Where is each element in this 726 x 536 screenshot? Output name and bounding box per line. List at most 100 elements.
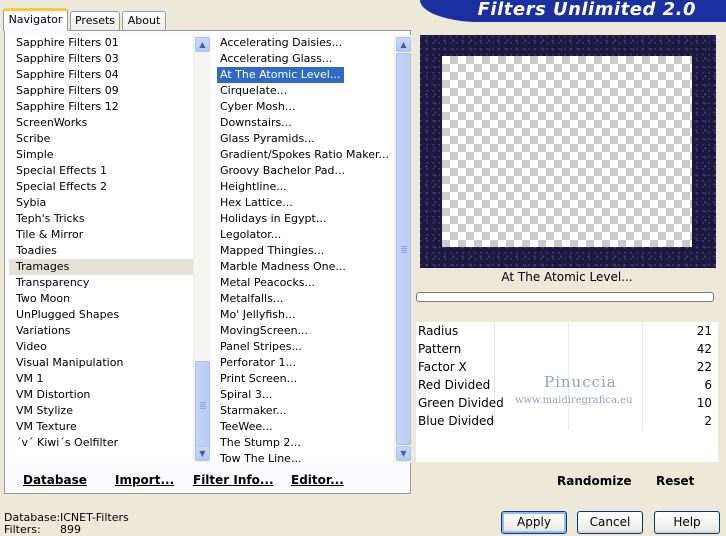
filter-item[interactable]: Spiral 3... (213, 387, 394, 403)
filter-list[interactable]: Accelerating Daisies... Accelerating Glas… (213, 35, 411, 463)
reset-button[interactable]: Reset (656, 474, 694, 488)
filter-item[interactable]: Legolator... (213, 227, 394, 243)
watermark-url: www.maidiregrafica.eu (515, 395, 633, 406)
param-label: Factor X (418, 360, 467, 374)
scroll-thumb[interactable] (396, 53, 411, 445)
filter-item[interactable]: At The Atomic Level... (213, 67, 394, 83)
category-item[interactable]: Special Effects 2 (9, 179, 193, 195)
param-row[interactable]: Pattern 42 (416, 340, 718, 358)
filter-item[interactable]: Groovy Bachelor Pad... (213, 163, 394, 179)
param-row[interactable]: Radius 21 (416, 322, 718, 340)
filter-item[interactable]: Mapped Thingies... (213, 243, 394, 259)
filter-item[interactable]: Print Screen... (213, 371, 394, 387)
filter-item[interactable]: Accelerating Daisies... (213, 35, 394, 51)
category-item[interactable]: ´v´ Kiwi´s Oelfilter (9, 435, 193, 451)
import-button[interactable]: Import... (115, 473, 174, 487)
filter-item[interactable]: The Stump 2... (213, 435, 394, 451)
category-item[interactable]: Visual Manipulation (9, 355, 193, 371)
category-item[interactable]: Toadies (9, 243, 193, 259)
category-item[interactable]: Transparency (9, 275, 193, 291)
scroll-down-icon[interactable]: ▼ (396, 446, 411, 461)
filter-item[interactable]: TeeWee... (213, 419, 394, 435)
category-item[interactable]: VM Distortion (9, 387, 193, 403)
progress-bar (416, 292, 714, 302)
filter-item[interactable]: Starmaker... (213, 403, 394, 419)
filter-item[interactable]: Tow The Line... (213, 451, 394, 463)
category-item[interactable]: VM Stylize (9, 403, 193, 419)
parameter-panel: Radius 21 Pattern 42 Factor X 22 Red Divided 6 G… (416, 322, 718, 462)
category-item[interactable]: Tramages (9, 259, 193, 275)
help-button[interactable]: Help (654, 511, 720, 534)
apply-button[interactable]: Apply (501, 511, 567, 534)
category-item[interactable]: Teph's Tricks (9, 211, 193, 227)
filter-item[interactable]: Glass Pyramids... (213, 131, 394, 147)
filter-item[interactable]: MovingScreen... (213, 323, 394, 339)
filter-item[interactable]: Holidays in Egypt... (213, 211, 394, 227)
editor-button[interactable]: Editor... (291, 473, 344, 487)
filter-items: Accelerating Daisies... Accelerating Glas… (213, 35, 394, 463)
param-row[interactable]: Blue Divided 2 (416, 412, 718, 430)
watermark-name: Pinuccia (544, 373, 617, 391)
filter-item[interactable]: Hex Lattice... (213, 195, 394, 211)
cancel-button[interactable]: Cancel (577, 511, 643, 534)
category-items: Sapphire Filters 01 Sapphire Filters 03 Sa… (9, 35, 193, 451)
param-label: Red Divided (418, 378, 491, 392)
category-item[interactable]: Variations (9, 323, 193, 339)
scroll-thumb[interactable] (195, 361, 210, 449)
param-label: Blue Divided (418, 414, 494, 428)
param-value: 2 (704, 414, 712, 428)
app-title: Filters Unlimited 2.0 (477, 0, 696, 20)
scroll-up-icon[interactable]: ▲ (396, 37, 411, 52)
category-item[interactable]: Simple (9, 147, 193, 163)
param-label: Radius (418, 324, 459, 338)
category-item[interactable]: Sapphire Filters 12 (9, 99, 193, 115)
category-item[interactable]: Sybia (9, 195, 193, 211)
category-item[interactable]: UnPlugged Shapes (9, 307, 193, 323)
category-item[interactable]: Sapphire Filters 09 (9, 83, 193, 99)
tab-about[interactable]: About (122, 11, 166, 30)
filter-item[interactable]: Marble Madness One... (213, 259, 394, 275)
category-item[interactable]: VM Texture (9, 419, 193, 435)
filter-item[interactable]: Heightline... (213, 179, 394, 195)
param-value: 22 (696, 360, 712, 374)
randomize-button[interactable]: Randomize (557, 474, 631, 488)
param-slider[interactable] (494, 322, 698, 340)
filter-info-button[interactable]: Filter Info... (193, 473, 274, 487)
filter-item[interactable]: Cyber Mosh... (213, 99, 394, 115)
filter-item[interactable]: Downstairs... (213, 115, 394, 131)
param-slider[interactable] (494, 340, 698, 358)
category-item[interactable]: VM 1 (9, 371, 193, 387)
scroll-up-icon[interactable]: ▲ (195, 37, 210, 52)
param-value: 21 (696, 324, 712, 338)
category-item[interactable]: ScreenWorks (9, 115, 193, 131)
category-item[interactable]: Video (9, 339, 193, 355)
category-item[interactable]: Special Effects 1 (9, 163, 193, 179)
filter-item[interactable]: Mo' Jellyfish... (213, 307, 394, 323)
filter-item[interactable]: Perforator 1... (213, 355, 394, 371)
category-list[interactable]: Sapphire Filters 01 Sapphire Filters 03 Sa… (9, 35, 210, 463)
tab-navigator[interactable]: Navigator (3, 8, 68, 31)
filter-scrollbar[interactable]: ▲ ▼ (394, 35, 411, 463)
category-item[interactable]: Scribe (9, 131, 193, 147)
category-item[interactable]: Sapphire Filters 01 (9, 35, 193, 51)
category-scrollbar[interactable]: ▲ ▼ (193, 35, 210, 463)
category-item[interactable]: Sapphire Filters 03 (9, 51, 193, 67)
category-item[interactable]: Two Moon (9, 291, 193, 307)
filter-item[interactable]: Accelerating Glass... (213, 51, 394, 67)
filter-item[interactable]: Metalfalls... (213, 291, 394, 307)
filters-status: Filters: 899 (4, 523, 81, 536)
param-slider[interactable] (494, 412, 698, 430)
category-item[interactable]: Sapphire Filters 04 (9, 67, 193, 83)
filter-item[interactable]: Metal Peacocks... (213, 275, 394, 291)
param-value: 10 (696, 396, 712, 410)
param-value: 6 (704, 378, 712, 392)
filter-item-label: At The Atomic Level... (217, 67, 345, 83)
filter-item[interactable]: Cirquelate... (213, 83, 394, 99)
tab-presets[interactable]: Presets (70, 11, 120, 30)
filter-item[interactable]: Gradient/Spokes Ratio Maker... (213, 147, 394, 163)
current-filter-name: At The Atomic Level... (501, 270, 633, 284)
filter-item[interactable]: Panel Stripes... (213, 339, 394, 355)
scroll-down-icon[interactable]: ▼ (195, 446, 210, 461)
database-button[interactable]: Database (23, 473, 87, 487)
category-item[interactable]: Tile & Mirror (9, 227, 193, 243)
